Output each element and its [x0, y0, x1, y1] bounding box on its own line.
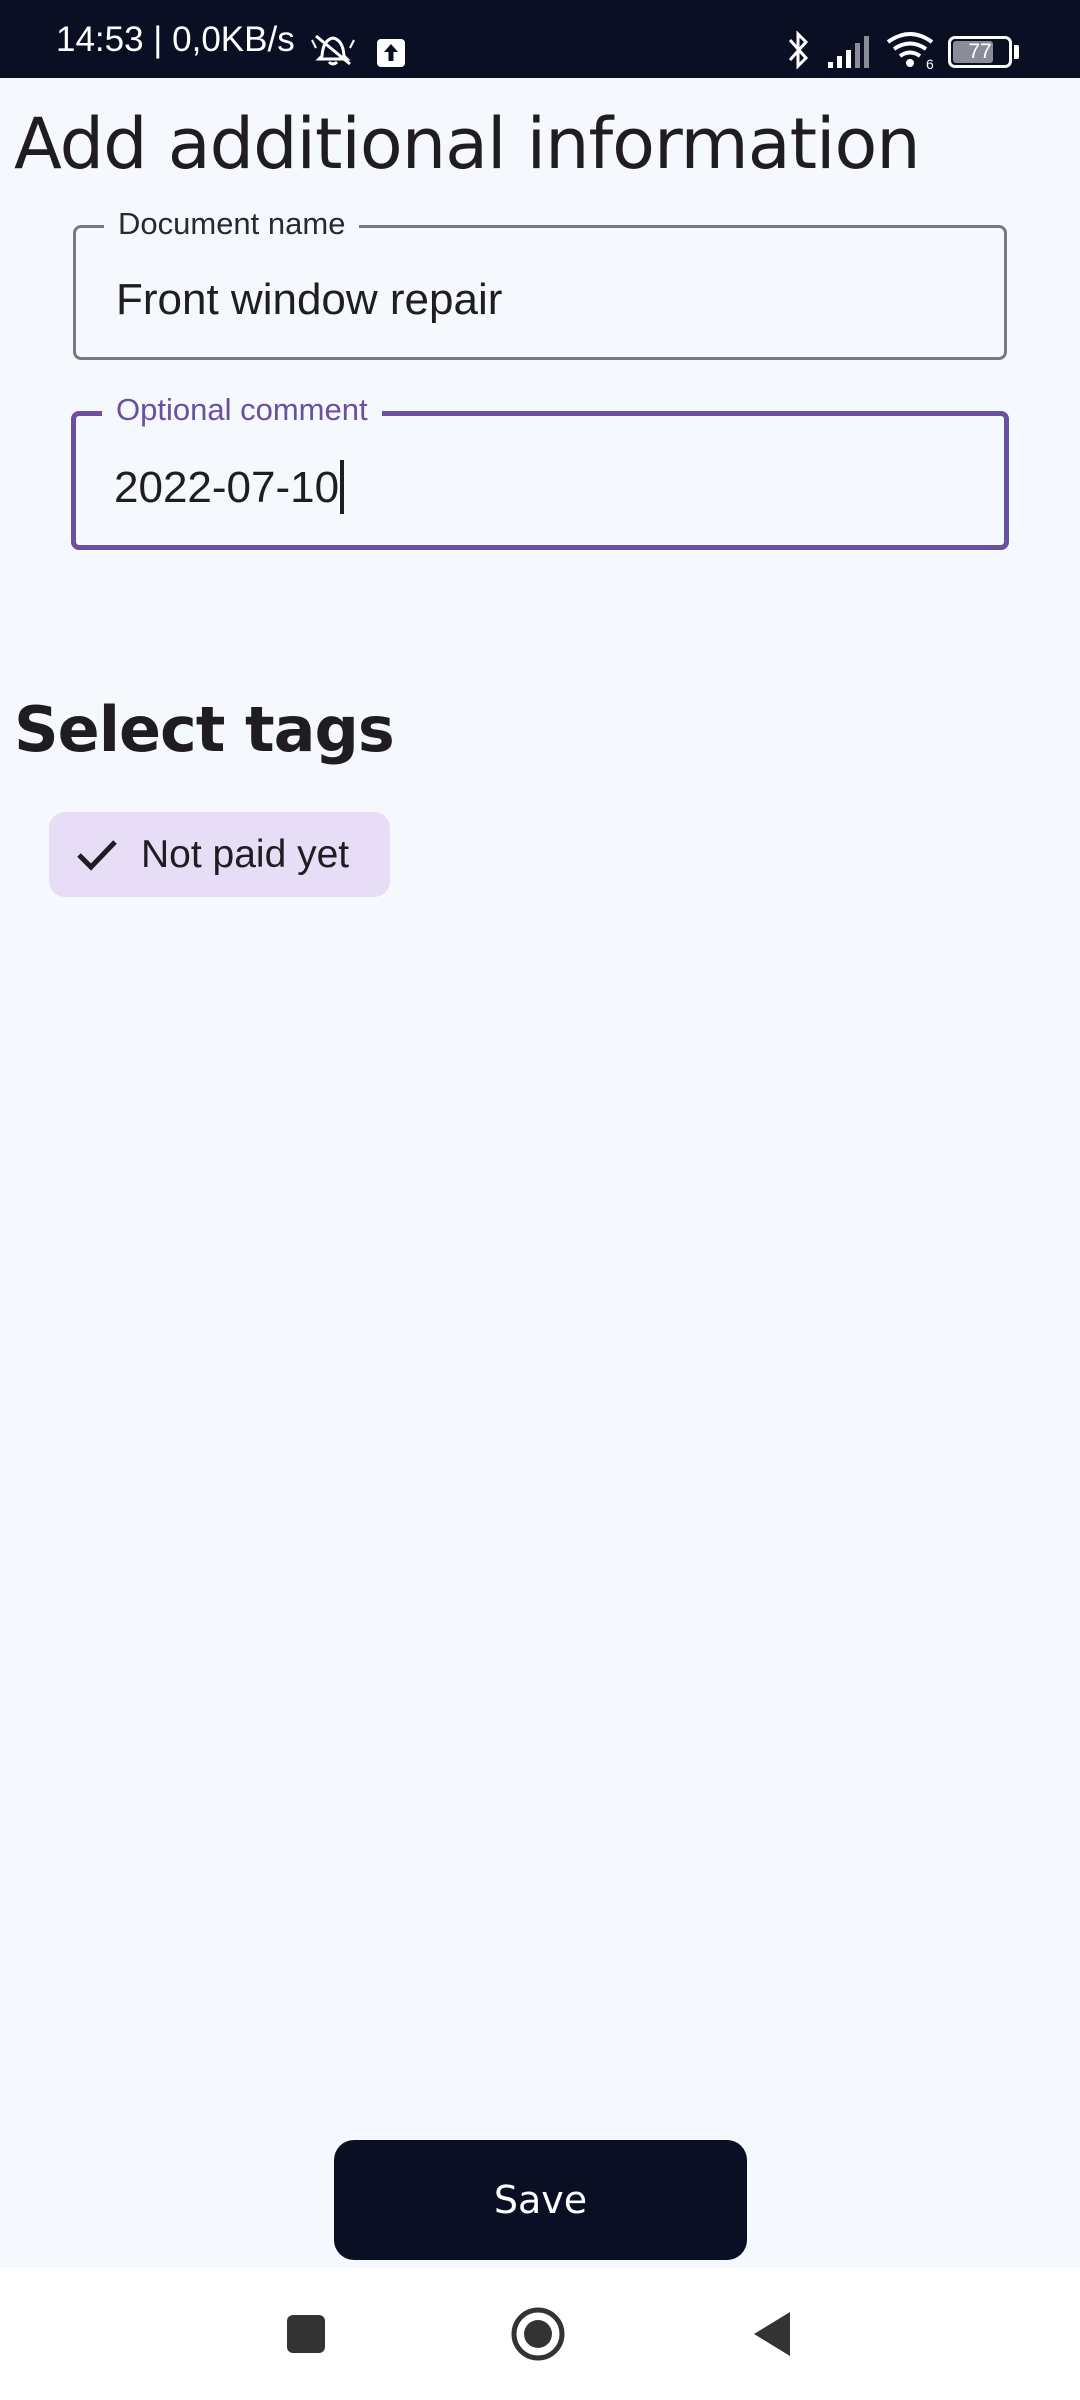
wifi-label: 6 — [926, 56, 934, 72]
optional-comment-label: Optional comment — [102, 392, 382, 428]
optional-comment-field[interactable]: Optional comment 2022-07-10 — [71, 392, 1009, 550]
signal-icon — [826, 34, 878, 75]
bluetooth-icon — [786, 30, 812, 75]
text-cursor — [340, 460, 345, 514]
status-bar: 14:53 | 0,0KB/s 6 77 — [0, 0, 1080, 78]
optional-comment-value: 2022-07-10 — [114, 463, 340, 512]
optional-comment-input[interactable]: 2022-07-10 — [114, 460, 345, 514]
tags-section-title: Select tags — [14, 693, 395, 766]
tag-chip-label: Not paid yet — [141, 833, 350, 876]
home-button[interactable] — [478, 2268, 598, 2400]
navigation-bar — [0, 2268, 1080, 2400]
alarm-off-icon — [310, 30, 356, 73]
battery-icon: 77 — [948, 36, 1020, 68]
back-button[interactable] — [712, 2268, 832, 2400]
recents-button[interactable] — [246, 2268, 366, 2400]
document-name-label: Document name — [104, 206, 360, 242]
tag-chip-not-paid-yet[interactable]: Not paid yet — [49, 812, 390, 897]
page-title: Add additional information — [14, 103, 921, 185]
wifi-icon: 6 — [886, 30, 938, 77]
status-time: 14:53 | 0,0KB/s — [56, 20, 295, 59]
check-icon — [75, 834, 119, 874]
save-button[interactable]: Save — [334, 2140, 747, 2260]
document-name-value[interactable]: Front window repair — [116, 274, 502, 326]
upload-icon — [376, 38, 406, 73]
document-name-field[interactable]: Document name Front window repair — [73, 206, 1007, 360]
battery-level: 77 — [968, 40, 992, 63]
